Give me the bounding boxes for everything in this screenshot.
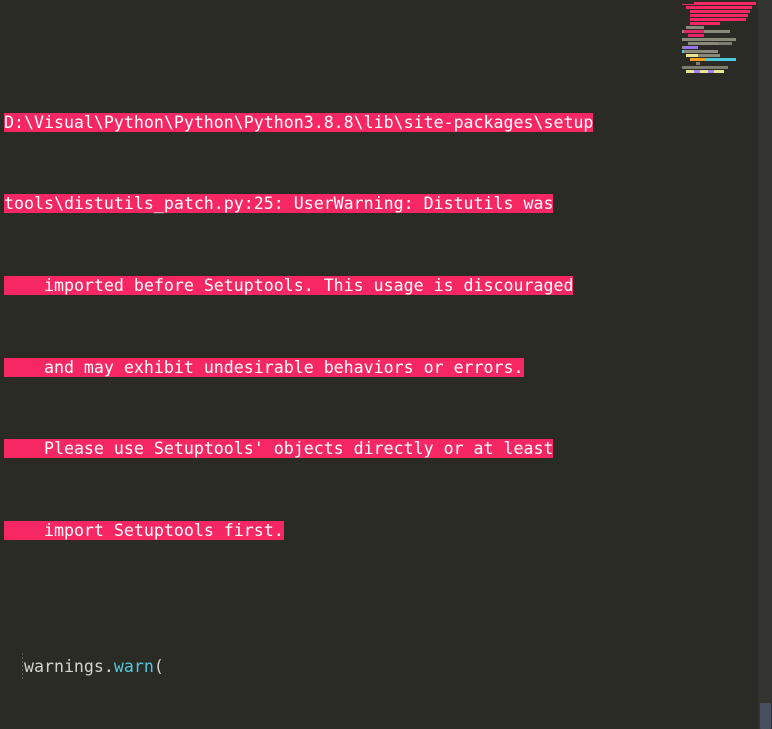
minimap-segment [706,58,736,61]
minimap-segment [714,70,724,73]
warn-paren: ( [153,656,164,676]
warning-text-4: and may exhibit undesirable behaviors or… [43,357,524,377]
minimap-segment [704,30,730,33]
warn-call-line: warnings.warn( [0,652,694,680]
warning-text-3: imported before Setuptools. This usage i… [43,276,574,295]
warn-obj: warnings. [4,656,114,676]
warning-line-2: tools\distutils_patch.py:25: UserWarning… [0,190,694,217]
warning-line-6: import Setuptools first. [0,517,694,544]
minimap-segment [700,70,708,73]
top-left-gap [0,0,36,4]
warning-line-1: D:\Visual\Python\Python\Python3.8.8\lib\… [0,109,694,136]
scrollbar-track[interactable] [758,0,772,729]
warning-line-3: imported before Setuptools. This usage i… [0,272,694,299]
warning-text-2: tools\distutils_patch.py:25: UserWarning… [4,194,554,214]
warning-line-4: and may exhibit undesirable behaviors or… [0,354,694,381]
warning-text-5: Please use Setuptools' objects directly … [43,439,554,459]
warning-text-6: import Setuptools first. [43,520,284,540]
top-right-gap [547,0,694,4]
minimap-segment [690,10,750,13]
minimap-segment [686,6,752,9]
minimap-segment [698,54,720,57]
scrollbar-thumb[interactable] [760,703,771,729]
minimap-segment [690,18,746,21]
warning-text-1: D:\Visual\Python\Python\Python3.8.8\lib\… [4,112,594,132]
warn-fn: warn [113,656,154,676]
editor-output-screen: D:\Visual\Python\Python\Python3.8.8\lib\… [0,0,772,729]
minimap-segment [690,14,748,17]
minimap-segment [690,22,720,25]
console-output: D:\Visual\Python\Python\Python3.8.8\lib\… [0,0,694,729]
indent-guide [22,652,23,680]
warning-line-5: Please use Setuptools' objects directly … [0,435,694,462]
minimap-segment [696,62,700,65]
minimap-segment [718,42,732,45]
